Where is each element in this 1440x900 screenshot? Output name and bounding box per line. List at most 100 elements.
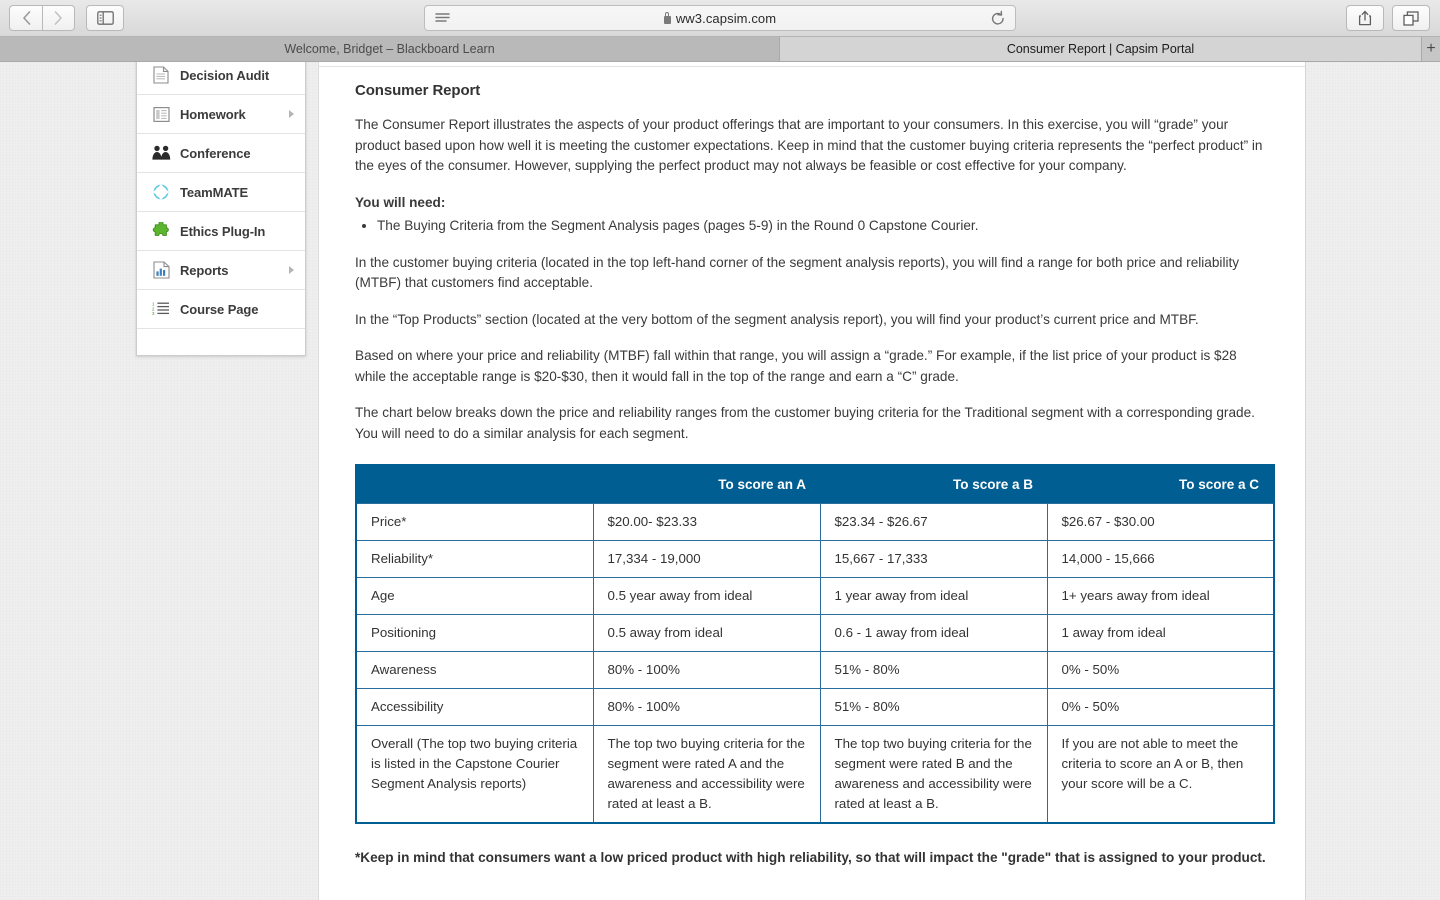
cell-c: 14,000 - 15,666 (1046, 540, 1275, 578)
row-label: Accessibility (355, 688, 594, 726)
table-body: Price* $20.00- $23.33 $23.34 - $26.67 $2… (355, 503, 1275, 824)
cell-c: $26.67 - $30.00 (1046, 503, 1275, 541)
table-header-row: To score an A To score a B To score a C (356, 465, 1274, 504)
cell-a: 80% - 100% (592, 688, 821, 726)
paragraph-buying-criteria: In the customer buying criteria (located… (355, 254, 1240, 291)
row-label: Price* (355, 503, 594, 541)
sidebar-item-label: TeamMATE (180, 184, 249, 200)
reload-button[interactable] (990, 10, 1006, 33)
sidebar-item-label: Ethics Plug-In (180, 223, 266, 239)
document-icon (151, 65, 171, 85)
cell-c: 1+ years away from ideal (1046, 577, 1275, 615)
table-row: Age 0.5 year away from ideal 1 year away… (355, 577, 1275, 615)
tab-title: Welcome, Bridget – Blackboard Learn (284, 42, 495, 56)
cell-a: $20.00- $23.33 (592, 503, 821, 541)
cell-b: 0.6 - 1 away from ideal (819, 614, 1048, 652)
table-row: Overall (The top two buying criteria is … (355, 725, 1275, 824)
sidebar-item-label: Reports (180, 262, 229, 278)
sidebar-item-label: Course Page (180, 301, 259, 317)
chevron-right-icon (289, 110, 294, 118)
cell-b: 15,667 - 17,333 (819, 540, 1048, 578)
share-icon (1358, 10, 1372, 26)
content-panel: Consumer Report Consumer Report The Cons… (318, 62, 1306, 900)
list-document-icon (151, 104, 171, 124)
row-label: Reliability* (355, 540, 594, 578)
grading-criteria-table: To score an A To score a B To score a C … (355, 464, 1275, 824)
browser-toolbar: ww3.capsim.com (0, 0, 1440, 37)
table-header: To score an A To score a B To score a C (356, 465, 1274, 504)
cell-b: The top two buying criteria for the segm… (819, 725, 1048, 824)
chevron-right-icon (289, 266, 294, 274)
content-body: Consumer Report The Consumer Report illu… (319, 62, 1305, 900)
cell-a: 0.5 away from ideal (592, 614, 821, 652)
sidebar-item-conference[interactable]: Conference (137, 134, 305, 173)
sidebar-item-teammate[interactable]: TeamMATE (137, 173, 305, 212)
url-text-container: ww3.capsim.com (425, 11, 1015, 26)
section-title: Consumer Report (355, 82, 481, 99)
footnote-text: *Keep in mind that consumers want a low … (355, 850, 1266, 865)
reader-view-icon[interactable] (435, 12, 450, 30)
cell-a: 17,334 - 19,000 (592, 540, 821, 578)
row-label: Positioning (355, 614, 594, 652)
row-label: Overall (The top two buying criteria is … (355, 725, 594, 824)
course-menu: Decision Audit Homework Conference TeamM… (136, 62, 306, 356)
new-tab-label: + (1426, 40, 1436, 57)
people-icon (151, 143, 171, 163)
column-header-c: To score a C (1047, 465, 1274, 504)
paragraph-chart-intro: The chart below breaks down the price an… (355, 405, 1255, 441)
column-header-blank (356, 465, 593, 504)
cell-c: 1 away from ideal (1046, 614, 1275, 652)
forward-button[interactable] (42, 5, 75, 31)
sidebar-item-ethics-plug-in[interactable]: Ethics Plug-In (137, 212, 305, 251)
table-row: Positioning 0.5 away from ideal 0.6 - 1 … (355, 614, 1275, 652)
share-button[interactable] (1346, 5, 1384, 31)
column-header-b: To score a B (820, 465, 1047, 504)
cell-b: 1 year away from ideal (819, 577, 1048, 615)
bar-chart-icon (151, 260, 171, 280)
table-row: Reliability* 17,334 - 19,000 15,667 - 17… (355, 540, 1275, 578)
you-will-need-label: You will need: (355, 194, 446, 210)
cell-c: 0% - 50% (1046, 688, 1275, 726)
svg-text:3: 3 (152, 311, 155, 316)
sidebar-item-label: Decision Audit (180, 67, 270, 83)
cell-c: If you are not able to meet the criteria… (1046, 725, 1275, 824)
sidebar-toggle-button[interactable] (86, 5, 124, 31)
cell-c: 0% - 50% (1046, 651, 1275, 689)
chevron-right-icon (54, 11, 62, 25)
cell-a: The top two buying criteria for the segm… (592, 725, 821, 824)
sidebar-item-course-page[interactable]: 1 2 3 Course Page (137, 290, 305, 329)
cell-a: 0.5 year away from ideal (592, 577, 821, 615)
navigation-buttons (9, 5, 124, 31)
address-bar[interactable]: ww3.capsim.com (424, 5, 1016, 31)
cell-b: 51% - 80% (819, 651, 1048, 689)
row-label: Age (355, 577, 594, 615)
new-tab-button[interactable]: + (1422, 37, 1440, 61)
list-item: The Buying Criteria from the Segment Ana… (377, 216, 1269, 237)
sidebar-item-reports[interactable]: Reports (137, 251, 305, 290)
page-viewport: Decision Audit Homework Conference TeamM… (0, 62, 1440, 900)
tab-title: Consumer Report | Capsim Portal (1006, 42, 1195, 56)
sidebar-item-decision-audit[interactable]: Decision Audit (137, 62, 305, 95)
paragraph-top-products: In the “Top Products” section (located a… (355, 311, 1199, 327)
browser-tab-blackboard[interactable]: Welcome, Bridget – Blackboard Learn (0, 37, 780, 61)
sidebar-item-label: Conference (180, 145, 251, 161)
sidebar-toggle-icon (96, 11, 114, 25)
table-row: Accessibility 80% - 100% 51% - 80% 0% - … (355, 688, 1275, 726)
lock-icon (663, 11, 671, 24)
back-button[interactable] (9, 5, 42, 31)
ordered-list-icon: 1 2 3 (151, 299, 171, 319)
toolbar-right-buttons (1346, 5, 1430, 31)
tab-overview-button[interactable] (1392, 5, 1430, 31)
intro-paragraph: The Consumer Report illustrates the aspe… (355, 117, 1263, 173)
chevron-left-icon (22, 11, 30, 25)
paragraph-grade-example: Based on where your price and reliabilit… (355, 348, 1237, 384)
sidebar-item-label: Homework (180, 106, 246, 122)
cell-b: $23.34 - $26.67 (819, 503, 1048, 541)
table-row: Awareness 80% - 100% 51% - 80% 0% - 50% (355, 651, 1275, 689)
puzzle-piece-icon (151, 221, 171, 241)
table-row: Price* $20.00- $23.33 $23.34 - $26.67 $2… (355, 503, 1275, 541)
circle-outline-icon (151, 182, 171, 202)
browser-tab-capsim[interactable]: Consumer Report | Capsim Portal (780, 37, 1422, 61)
url-text: ww3.capsim.com (675, 10, 777, 26)
sidebar-item-homework[interactable]: Homework (137, 95, 305, 134)
